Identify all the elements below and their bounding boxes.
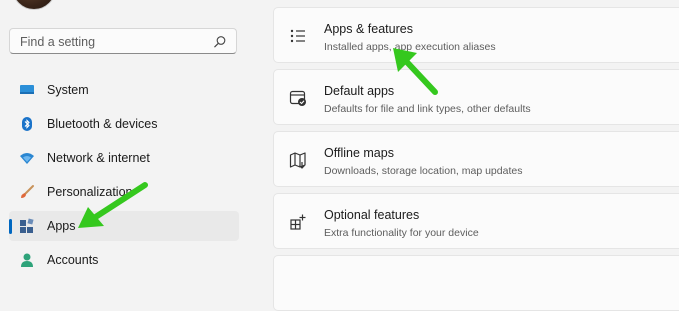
sidebar-item-accounts[interactable]: Accounts	[9, 245, 239, 275]
sidebar-item-label: Bluetooth & devices	[47, 117, 158, 131]
card-title: Optional features	[324, 208, 420, 222]
sidebar-item-network[interactable]: Network & internet	[9, 143, 239, 173]
bluetooth-icon	[22, 117, 32, 131]
annotation-arrow-apps	[78, 182, 148, 228]
card-optional-features[interactable]: Optional features Extra functionality fo…	[273, 193, 679, 249]
avatar[interactable]	[12, 0, 56, 10]
card-title: Default apps	[324, 84, 395, 98]
sidebar-item-system[interactable]: System	[9, 75, 239, 105]
card-next[interactable]	[273, 255, 679, 311]
card-default-apps[interactable]: Default apps Defaults for file and link …	[273, 69, 679, 125]
card-subtitle: Defaults for file and link types, other …	[324, 103, 531, 115]
search-icon[interactable]	[213, 35, 227, 49]
card-subtitle: Extra functionality for your device	[324, 227, 479, 239]
default-apps-icon	[289, 90, 306, 106]
card-subtitle: Downloads, storage location, map updates	[324, 165, 523, 177]
account-icon	[21, 253, 33, 267]
search-box[interactable]: Find a setting	[9, 28, 237, 54]
map-icon	[289, 152, 306, 169]
system-icon	[20, 85, 34, 94]
card-apps-features[interactable]: Apps & features Installed apps, app exec…	[273, 7, 679, 63]
search-input[interactable]: Find a setting	[20, 35, 95, 49]
sidebar-item-label: Network & internet	[47, 151, 150, 165]
optional-features-icon	[290, 214, 306, 230]
card-offline-maps[interactable]: Offline maps Downloads, storage location…	[273, 131, 679, 187]
apps-icon	[20, 218, 34, 233]
sidebar-item-label: Accounts	[47, 253, 99, 267]
selection-indicator	[9, 219, 12, 234]
card-title: Offline maps	[324, 146, 394, 160]
card-title: Apps & features	[324, 22, 413, 36]
list-icon	[290, 29, 305, 43]
wifi-icon	[20, 153, 34, 164]
annotation-arrow-apps-features	[393, 48, 438, 95]
sidebar-item-label: System	[47, 83, 89, 97]
brush-icon	[21, 185, 34, 198]
sidebar-item-bluetooth[interactable]: Bluetooth & devices	[9, 109, 239, 139]
